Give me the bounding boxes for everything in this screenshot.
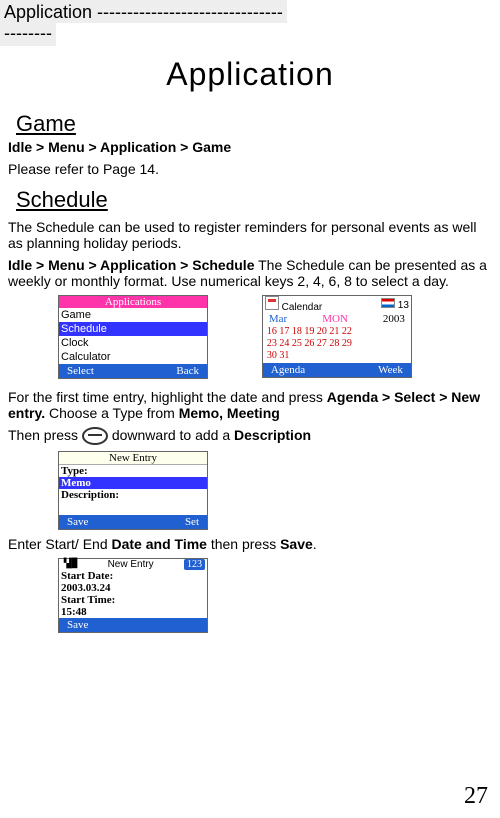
cal-month: Mar: [269, 313, 287, 325]
text-bold: Memo, Meeting: [179, 405, 280, 421]
entry-row: Start Date:: [59, 570, 207, 582]
list-item: Schedule: [59, 322, 207, 336]
page-number: 27: [464, 783, 488, 810]
cal-row: 16 17 18 19 20 21 22: [267, 326, 407, 338]
text: Choose a Type from: [45, 405, 179, 421]
list-item: Game: [59, 308, 207, 322]
running-header-cont: --------: [0, 23, 56, 46]
schedule-intro: The Schedule can be used to register rem…: [8, 219, 492, 251]
section-heading-schedule: Schedule: [16, 187, 492, 213]
fig-applications: Applications Game Schedule Clock Calcula…: [58, 295, 208, 379]
text-bold: Save: [280, 536, 313, 552]
text-bold: Description: [234, 427, 311, 443]
fig-new-entry-2: ▝▟█ New Entry 123 Start Date: 2003.03.24…: [58, 558, 208, 633]
cal-row: 30 31: [267, 350, 407, 362]
running-header: Application ----------------------------…: [0, 0, 287, 23]
list-item: Calculator: [59, 350, 207, 364]
fig-new-entry-1: New Entry Type: Memo Description: Save S…: [58, 451, 208, 530]
cal-grid: 16 17 18 19 20 21 22 23 24 25 26 27 28 2…: [263, 325, 411, 363]
entry-title: New Entry: [59, 452, 207, 465]
fig-calendar: Calendar 13 Mar MON 2003 16 17 18 19 20 …: [262, 295, 412, 378]
entry-row: Type:: [59, 465, 207, 477]
first-entry-text: For the first time entry, highlight the …: [8, 389, 492, 421]
text: Enter Start/ End: [8, 536, 112, 552]
list-item: Clock: [59, 336, 207, 350]
calendar-icon: [265, 296, 279, 310]
softkey-right: Back: [176, 365, 199, 377]
softkey-right: Set: [185, 516, 199, 528]
nav-key-icon: [82, 427, 108, 445]
text-bold: Date and Time: [112, 536, 207, 552]
text: downward to add a: [112, 427, 234, 443]
text: Then press: [8, 427, 82, 443]
fig-apps-list: Game Schedule Clock Calculator: [59, 308, 207, 364]
softkey-left: Select: [67, 365, 94, 377]
section-heading-game: Game: [16, 111, 492, 137]
flag-icon: [381, 298, 395, 308]
then-press-text: Then press downward to add a Description: [8, 427, 492, 445]
softkey-right: Week: [378, 364, 403, 376]
entry-row: 15:48: [59, 606, 207, 618]
softkey-left: Save: [67, 516, 88, 528]
input-mode-badge: 123: [184, 559, 205, 570]
softkey-left: Agenda: [271, 364, 305, 376]
softkey-left: Save: [67, 619, 88, 631]
entry-row: Description:: [59, 489, 207, 501]
breadcrumb-schedule: Idle > Menu > Application > Schedule: [8, 257, 254, 273]
entry-title: New Entry: [108, 559, 154, 570]
breadcrumb-game: Idle > Menu > Application > Game: [8, 139, 492, 155]
fig-apps-title: Applications: [59, 296, 207, 308]
page-title: Application: [0, 56, 500, 93]
game-text: Please refer to Page 14.: [8, 161, 492, 177]
cal-dayname: MON: [322, 313, 348, 325]
cal-week: 13: [398, 300, 409, 311]
schedule-desc-block: Idle > Menu > Application > Schedule The…: [8, 257, 492, 289]
cal-year: 2003: [383, 313, 405, 325]
save-text: Enter Start/ End Date and Time then pres…: [8, 536, 492, 552]
signal-icon: ▝▟█: [61, 559, 77, 570]
text: then press: [207, 536, 280, 552]
entry-row: Memo: [59, 477, 207, 489]
cal-row: 23 24 25 26 27 28 29: [267, 338, 407, 350]
entry-row: 2003.03.24: [59, 582, 207, 594]
entry-row: Start Time:: [59, 594, 207, 606]
cal-status-label: Calendar: [282, 302, 323, 313]
text: For the first time entry, highlight the …: [8, 389, 327, 405]
text: .: [313, 536, 317, 552]
